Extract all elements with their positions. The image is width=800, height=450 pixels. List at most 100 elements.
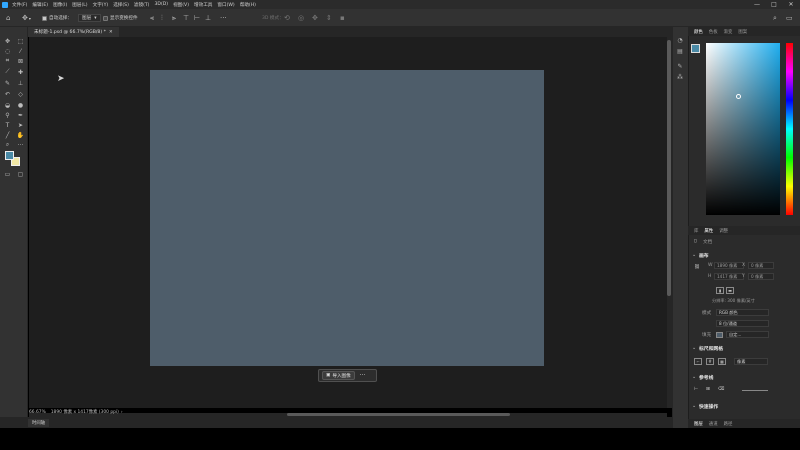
menu-image[interactable]: 图像(I): [53, 2, 67, 8]
edit-toolbar-icon[interactable]: ···: [16, 141, 25, 149]
tab-properties[interactable]: 属性: [704, 228, 713, 234]
photoshop-logo-icon[interactable]: [2, 1, 8, 8]
tab-patterns[interactable]: 图案: [738, 29, 747, 35]
menu-filter[interactable]: 滤镜(T): [134, 2, 150, 8]
import-image-button[interactable]: ▣ 导入图像: [322, 371, 355, 380]
panel-foreground-swatch[interactable]: [691, 44, 700, 53]
align-top-icon[interactable]: ⊤: [183, 13, 189, 23]
properties-panel-icon[interactable]: ▤: [675, 47, 685, 55]
3d-scale-icon[interactable]: ▪: [340, 13, 345, 23]
bit-depth-dropdown[interactable]: 8 位/通道: [716, 320, 769, 327]
magic-wand-tool-icon[interactable]: ⁄: [16, 47, 25, 55]
menu-help[interactable]: 帮助(H): [240, 2, 256, 8]
type-tool-icon[interactable]: T: [3, 121, 12, 129]
brush-settings-panel-icon[interactable]: ⁂: [675, 73, 685, 81]
orientation-portrait-icon[interactable]: ▮: [716, 287, 724, 294]
3d-pan-icon[interactable]: ✥: [312, 13, 318, 23]
vertical-scrollbar-thumb[interactable]: [667, 40, 671, 296]
status-arrow-icon[interactable]: ›: [121, 410, 123, 415]
menu-view[interactable]: 视图(V): [173, 2, 189, 8]
menu-plugins[interactable]: 增效工具: [194, 2, 212, 8]
healing-brush-tool-icon[interactable]: ✚: [16, 68, 25, 76]
context-more-button[interactable]: ···: [360, 372, 366, 379]
fill-dropdown[interactable]: 自定...: [726, 331, 769, 338]
lasso-tool-icon[interactable]: ◌: [3, 47, 12, 55]
timeline-tab[interactable]: 时间轴: [28, 419, 50, 427]
history-brush-tool-icon[interactable]: ↶: [3, 90, 12, 98]
3d-roll-icon[interactable]: ◎: [298, 13, 304, 23]
document-tab[interactable]: 未标题-1.psd @ 66.7%(RGB/8) * ✕: [28, 27, 119, 37]
menu-3d[interactable]: 3D(D): [154, 2, 168, 7]
grid-icon[interactable]: #: [706, 358, 714, 365]
menu-edit[interactable]: 编辑(E): [32, 2, 48, 8]
guides-clear-icon[interactable]: ⌫: [718, 387, 725, 392]
guides-color-line[interactable]: [742, 390, 768, 391]
canvas-section-chevron-icon[interactable]: ⌄: [692, 252, 696, 258]
tab-color[interactable]: 颜色: [694, 29, 703, 35]
mode-dropdown[interactable]: RGB 颜色: [716, 309, 769, 316]
path-selection-tool-icon[interactable]: ➤: [16, 121, 25, 129]
line-tool-icon[interactable]: ╱: [3, 131, 12, 139]
home-icon[interactable]: ⌂: [6, 13, 10, 23]
tab-paths[interactable]: 路径: [724, 421, 733, 427]
orientation-landscape-icon[interactable]: ▬: [726, 287, 734, 294]
search-icon[interactable]: ⌕: [773, 13, 777, 23]
eraser-tool-icon[interactable]: ◇: [16, 90, 25, 98]
grid-settings-icon[interactable]: ▦: [718, 358, 726, 365]
color-picker-field[interactable]: [706, 43, 780, 215]
rulers-section-chevron-icon[interactable]: ⌄: [692, 345, 696, 351]
y-field[interactable]: 0 像素: [748, 273, 774, 280]
menu-file[interactable]: 文件(F): [12, 2, 27, 8]
guides-show-icon[interactable]: ⊢: [694, 387, 698, 392]
clone-stamp-tool-icon[interactable]: ⊥: [16, 79, 25, 87]
height-field[interactable]: 1417 像素: [714, 273, 744, 280]
align-right-icon[interactable]: ⫸: [172, 13, 176, 23]
quick-actions-chevron-icon[interactable]: ⌄: [692, 403, 696, 409]
distribute-more-icon[interactable]: ···: [220, 13, 227, 23]
close-tab-icon[interactable]: ✕: [109, 30, 113, 35]
fill-color-swatch[interactable]: [716, 332, 723, 338]
history-panel-icon[interactable]: ◔: [675, 36, 685, 44]
foreground-color-swatch[interactable]: [5, 151, 14, 160]
menu-select[interactable]: 选择(S): [113, 2, 129, 8]
width-field[interactable]: 1890 像素: [714, 262, 744, 269]
artboard-tool-icon[interactable]: ⬚: [16, 37, 25, 45]
x-field[interactable]: 0 像素: [748, 262, 774, 269]
tab-gradients[interactable]: 渐变: [724, 29, 733, 35]
menu-layer[interactable]: 图层(L): [72, 2, 87, 8]
menu-type[interactable]: 文字(Y): [93, 2, 109, 8]
ruler-icon[interactable]: ⌐: [694, 358, 702, 365]
comments-panel-icon[interactable]: ✎: [675, 62, 685, 70]
blur-tool-icon[interactable]: ●: [16, 101, 25, 109]
pen-tool-icon[interactable]: ✒: [16, 111, 25, 119]
horizontal-scrollbar-thumb[interactable]: [287, 413, 510, 416]
paint-bucket-tool-icon[interactable]: ◒: [3, 101, 12, 109]
move-tool-icon[interactable]: ✥: [3, 37, 12, 45]
quick-mask-icon[interactable]: ▭: [3, 170, 12, 178]
color-picker-handle[interactable]: [736, 94, 741, 99]
tab-layers[interactable]: 图层: [694, 421, 703, 427]
maximize-button[interactable]: □: [768, 0, 780, 9]
close-window-button[interactable]: ✕: [785, 0, 797, 9]
frame-tool-icon[interactable]: ⊠: [16, 57, 25, 65]
guides-lock-icon[interactable]: ⊞: [706, 387, 710, 392]
document-canvas[interactable]: [150, 70, 544, 366]
dodge-tool-icon[interactable]: ⚲: [3, 111, 12, 119]
tab-channels[interactable]: 通道: [709, 421, 718, 427]
zoom-tool-icon[interactable]: ⌕: [3, 141, 12, 149]
minimize-button[interactable]: —: [751, 0, 763, 9]
align-bottom-icon[interactable]: ⊥: [205, 13, 211, 23]
screen-mode-icon[interactable]: ▢: [16, 170, 25, 178]
workspace-icon[interactable]: ▭: [786, 13, 793, 23]
eyedropper-tool-icon[interactable]: ⟋: [3, 68, 12, 76]
zoom-level[interactable]: 66.67%: [29, 410, 46, 415]
show-transform-checkbox[interactable]: 显示变换控件: [103, 13, 138, 23]
3d-orbit-icon[interactable]: ⟲: [284, 13, 290, 23]
hue-slider[interactable]: [786, 43, 793, 215]
auto-select-checkbox[interactable]: 自动选择：: [42, 13, 72, 23]
tab-adjustments[interactable]: 调整: [719, 228, 728, 234]
link-icon[interactable]: ⛓: [694, 265, 700, 270]
menu-window[interactable]: 窗口(W): [217, 2, 234, 8]
brush-tool-icon[interactable]: ✎: [3, 79, 12, 87]
align-left-icon[interactable]: ⫷: [150, 13, 154, 23]
